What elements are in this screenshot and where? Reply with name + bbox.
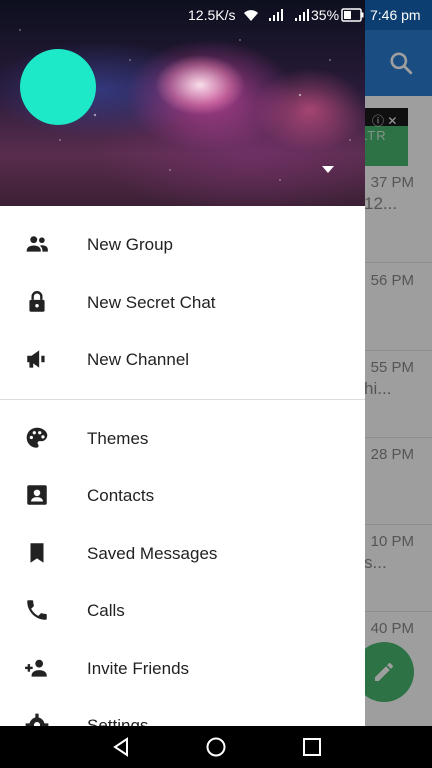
menu-label: New Group (87, 235, 173, 254)
menu-divider (0, 398, 365, 400)
group-icon (26, 236, 48, 252)
navigation-drawer: New Group New Secret Chat New Channel Th… (0, 0, 365, 726)
battery-percent: 35% (311, 7, 340, 23)
signal-icon (269, 9, 283, 21)
bookmark-icon (30, 542, 44, 563)
phone-icon (27, 600, 47, 620)
menu-item-new-channel[interactable]: New Channel (0, 331, 365, 389)
signal-icon (295, 9, 309, 21)
drawer-menu: New Group New Secret Chat New Channel Th… (0, 216, 365, 726)
add-person-icon (25, 659, 47, 677)
menu-item-themes[interactable]: Themes (0, 410, 365, 468)
system-nav-bar (0, 726, 432, 768)
menu-label: Contacts (87, 486, 155, 505)
menu-label: Calls (87, 601, 125, 620)
battery-icon (341, 8, 364, 22)
lock-icon (29, 290, 45, 312)
menu-label: Invite Friends (87, 658, 190, 678)
account-dropdown-icon[interactable] (322, 166, 334, 173)
megaphone-icon (27, 350, 45, 368)
palette-icon (26, 427, 48, 448)
menu-label: Themes (87, 428, 149, 448)
back-icon[interactable] (110, 736, 132, 758)
drawer-header (0, 0, 365, 206)
avatar[interactable] (20, 49, 96, 125)
clock: 7:46 pm (370, 7, 421, 23)
network-speed: 12.5K/s (188, 7, 236, 23)
recents-icon[interactable] (301, 736, 323, 758)
home-icon[interactable] (205, 736, 227, 758)
menu-item-saved-messages[interactable]: Saved Messages (0, 525, 365, 583)
menu-item-settings[interactable]: Settings (0, 697, 365, 726)
wifi-icon (244, 10, 258, 21)
menu-label: New Secret Chat (87, 292, 216, 312)
menu-item-new-group[interactable]: New Group (0, 216, 365, 274)
menu-label: Saved Messages (87, 543, 218, 563)
contact-card-icon (27, 485, 47, 505)
menu-item-calls[interactable]: Calls (0, 582, 365, 640)
status-bar: 12.5K/s 35% 7:46 pm (0, 0, 432, 30)
menu-label: New Channel (87, 350, 190, 369)
menu-label: Settings (87, 716, 149, 726)
menu-item-new-secret-chat[interactable]: New Secret Chat (0, 274, 365, 332)
menu-item-contacts[interactable]: Contacts (0, 467, 365, 525)
gear-icon (25, 713, 49, 726)
menu-item-invite-friends[interactable]: Invite Friends (0, 640, 365, 698)
